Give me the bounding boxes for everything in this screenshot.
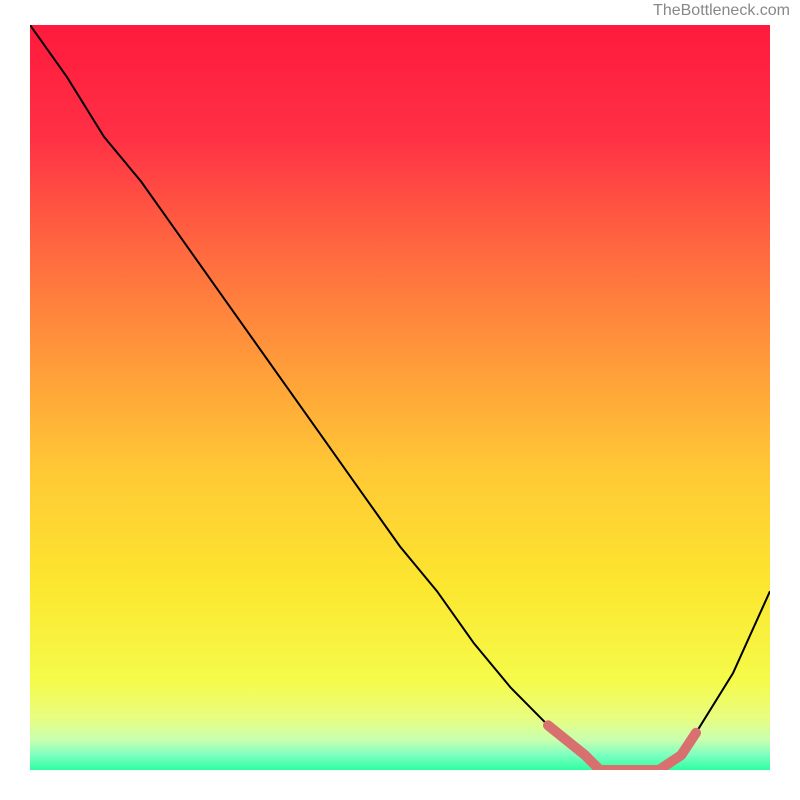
optimal-region-marker bbox=[548, 725, 696, 770]
bottleneck-curve bbox=[30, 25, 770, 770]
watermark-text: TheBottleneck.com bbox=[653, 2, 790, 20]
chart-container: TheBottleneck.com bbox=[0, 0, 800, 800]
curve-overlay bbox=[30, 25, 770, 770]
chart-plot-area bbox=[30, 25, 770, 770]
